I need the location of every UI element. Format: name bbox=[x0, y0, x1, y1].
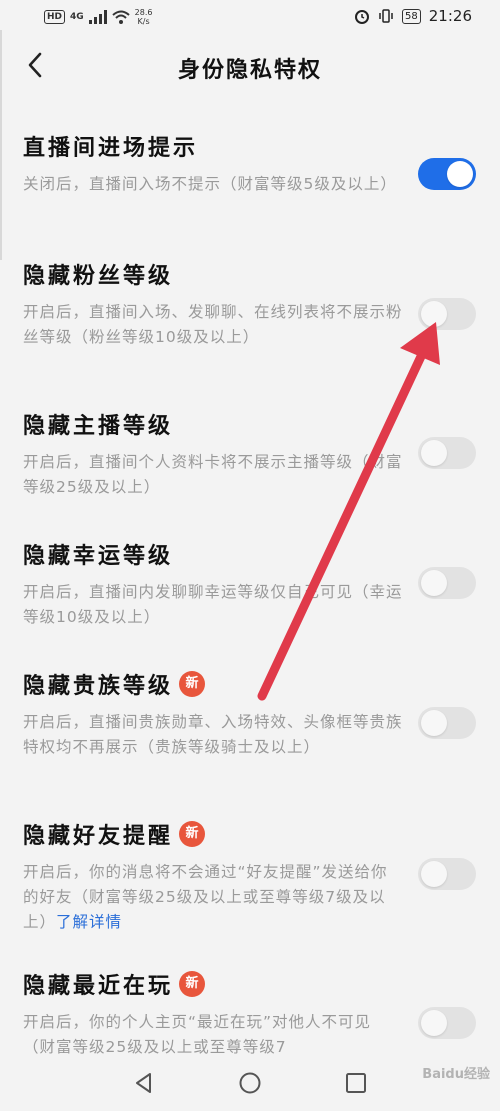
toggle-knob bbox=[421, 440, 447, 466]
clock: 21:26 bbox=[428, 7, 472, 25]
nav-home-button[interactable] bbox=[236, 1069, 264, 1097]
triangle-back-icon bbox=[136, 1073, 151, 1093]
new-badge: 新 bbox=[179, 671, 206, 697]
setting-description-text: 开启后，直播间内发聊聊幸运等级仅自己可见（幸运等级10级及以上） bbox=[23, 583, 403, 626]
status-bar: HD 4G 28.6 K/s 58 21:26 bbox=[0, 0, 500, 34]
setting-title-text: 直播间进场提示 bbox=[23, 136, 199, 161]
setting-title: 隐藏贵族等级新 bbox=[23, 668, 206, 700]
toggle-knob bbox=[421, 1010, 447, 1036]
network-label: 4G bbox=[70, 12, 84, 22]
wifi-icon bbox=[112, 10, 130, 24]
setting-title-text: 隐藏粉丝等级 bbox=[23, 264, 174, 289]
toggle-knob bbox=[421, 301, 447, 327]
nav-recents-button[interactable] bbox=[342, 1069, 370, 1097]
setting-toggle[interactable] bbox=[418, 858, 476, 890]
setting-toggle[interactable] bbox=[418, 298, 476, 330]
new-badge: 新 bbox=[179, 971, 206, 997]
setting-toggle[interactable] bbox=[418, 437, 476, 469]
app-header: 身份隐私特权 bbox=[0, 34, 500, 98]
square-recents-icon bbox=[346, 1073, 366, 1093]
setting-toggle[interactable] bbox=[418, 1007, 476, 1039]
alarm-icon bbox=[355, 10, 370, 24]
new-badge: 新 bbox=[179, 821, 206, 847]
setting-description: 开启后，直播间贵族勋章、入场特效、头像框等贵族特权均不再展示（贵族等级骑士及以上… bbox=[23, 710, 403, 760]
setting-title-text: 隐藏贵族等级 bbox=[23, 674, 174, 699]
setting-title-text: 隐藏好友提醒 bbox=[23, 824, 174, 849]
setting-title: 隐藏粉丝等级 bbox=[23, 258, 173, 290]
setting-description: 关闭后，直播间入场不提示（财富等级5级及以上） bbox=[23, 172, 403, 197]
setting-title-text: 隐藏幸运等级 bbox=[23, 544, 174, 569]
vibrate-icon bbox=[379, 9, 393, 23]
setting-title: 隐藏好友提醒新 bbox=[23, 818, 206, 850]
hd-icon: HD bbox=[44, 10, 66, 24]
navigation-bar: Baidu经验 bbox=[0, 1055, 500, 1111]
setting-description: 开启后，直播间个人资料卡将不展示主播等级（财富等级25级及以上） bbox=[23, 450, 403, 500]
setting-description-text: 开启后，直播间贵族勋章、入场特效、头像框等贵族特权均不再展示（贵族等级骑士及以上… bbox=[23, 713, 403, 756]
setting-title: 隐藏幸运等级 bbox=[23, 538, 173, 570]
setting-title-text: 隐藏主播等级 bbox=[23, 414, 174, 439]
toggle-knob bbox=[421, 861, 447, 887]
signal-icon bbox=[88, 10, 107, 24]
speed-unit: K/s bbox=[137, 17, 150, 26]
watermark: Baidu经验 bbox=[422, 1067, 490, 1082]
setting-description: 开启后，你的消息将不会通过“好友提醒”发送给你的好友（财富等级25级及以上或至尊… bbox=[23, 860, 403, 935]
toggle-knob bbox=[421, 710, 447, 736]
battery-icon: 58 bbox=[402, 8, 421, 24]
network-speed: 28.6 K/s bbox=[135, 8, 153, 26]
speed-value: 28.6 bbox=[134, 8, 153, 17]
setting-description: 开启后，直播间入场、发聊聊、在线列表将不展示粉丝等级（粉丝等级10级及以上） bbox=[23, 300, 403, 350]
setting-description-text: 开启后，直播间个人资料卡将不展示主播等级（财富等级25级及以上） bbox=[23, 453, 403, 496]
setting-toggle[interactable] bbox=[418, 567, 476, 599]
setting-description-text: 关闭后，直播间入场不提示（财富等级5级及以上） bbox=[23, 175, 397, 193]
learn-more-link[interactable]: 了解详情 bbox=[56, 913, 122, 931]
page-title: 身份隐私特权 bbox=[177, 58, 322, 83]
setting-toggle[interactable] bbox=[418, 707, 476, 739]
setting-title: 隐藏主播等级 bbox=[23, 408, 173, 440]
setting-description-text: 开启后，直播间入场、发聊聊、在线列表将不展示粉丝等级（粉丝等级10级及以上） bbox=[23, 303, 403, 346]
setting-description-text: 开启后，你的个人主页“最近在玩”对他人不可见（财富等级25级及以上或至尊等级7 bbox=[23, 1013, 372, 1056]
nav-back-button[interactable] bbox=[130, 1069, 158, 1097]
toggle-knob bbox=[447, 161, 473, 187]
circle-home-icon bbox=[239, 1072, 261, 1094]
setting-title: 隐藏最近在玩新 bbox=[23, 968, 206, 1000]
setting-description: 开启后，你的个人主页“最近在玩”对他人不可见（财富等级25级及以上或至尊等级7 bbox=[23, 1010, 403, 1060]
setting-title-text: 隐藏最近在玩 bbox=[23, 974, 174, 999]
setting-description: 开启后，直播间内发聊聊幸运等级仅自己可见（幸运等级10级及以上） bbox=[23, 580, 403, 630]
setting-title: 直播间进场提示 bbox=[23, 130, 198, 162]
toggle-knob bbox=[421, 570, 447, 596]
setting-toggle[interactable] bbox=[418, 158, 476, 190]
